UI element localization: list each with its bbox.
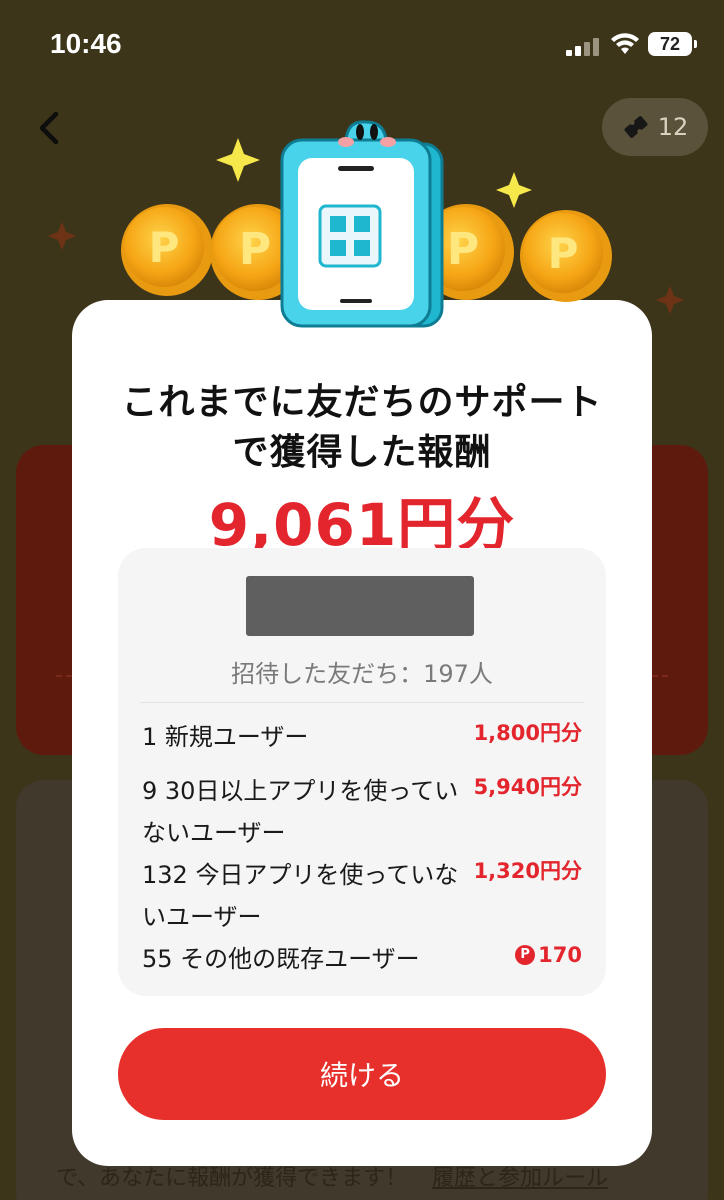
dialog-title-line1: これまでに友だちのサポート	[121, 382, 603, 423]
back-button[interactable]	[24, 100, 74, 156]
status-time: 10:46	[50, 28, 122, 59]
divider	[140, 702, 584, 703]
invited-friends-count: 招待した友だち：197人	[231, 660, 493, 688]
reward-row-value-text: 1,800円分	[473, 721, 582, 745]
wifi-icon	[611, 33, 639, 54]
reward-row-value: 1,800円分	[474, 716, 582, 750]
back-chevron-icon	[39, 111, 59, 145]
continue-button[interactable]: 続ける	[118, 1028, 606, 1120]
ticket-icon	[624, 116, 648, 138]
status-bar: 10:46 72	[0, 0, 724, 90]
ticket-count: 12	[657, 113, 689, 141]
p-points-icon: P	[515, 945, 536, 965]
battery-icon: 72	[648, 32, 697, 56]
reward-row-value-text: 170	[538, 943, 582, 967]
reward-row: 132 今日アプリを使っていないユーザー 1,320円分	[142, 854, 582, 938]
reward-row-label: 55 その他の既存ユーザー	[142, 945, 420, 973]
reward-row-value-text: 1,320円分	[473, 859, 582, 883]
dialog-title-line2: で獲得した報酬	[232, 432, 492, 473]
reward-detail-box: 招待した友だち：197人 1 新規ユーザー 1,800円分 9 30日以上アプリ…	[118, 548, 606, 996]
reward-row-label: 9 30日以上アプリを使っていないユーザー	[142, 777, 459, 847]
signal-icon	[566, 36, 602, 56]
reward-row: 9 30日以上アプリを使っていないユーザー 5,940円分	[142, 770, 582, 854]
background-banner	[40, 200, 700, 310]
reward-row-value-text: 5,940円分	[473, 775, 582, 799]
friend-avatars-redacted	[246, 576, 474, 636]
dialog-title: これまでに友だちのサポート で獲得した報酬	[102, 378, 622, 478]
reward-row: 55 その他の既存ユーザー P 170	[142, 938, 582, 982]
reward-row-label: 1 新規ユーザー	[142, 723, 309, 751]
reward-summary-dialog: これまでに友だちのサポート で獲得した報酬 9,061円分 招待した友だち：19…	[72, 300, 652, 1166]
reward-row-value: P 170	[515, 938, 582, 972]
reward-row-value: 5,940円分	[474, 770, 582, 804]
ticket-counter[interactable]: 12	[602, 98, 708, 156]
reward-row: 1 新規ユーザー 1,800円分	[142, 716, 582, 760]
reward-row-label: 132 今日アプリを使っていないユーザー	[142, 861, 459, 931]
reward-row-value: 1,320円分	[474, 854, 582, 888]
